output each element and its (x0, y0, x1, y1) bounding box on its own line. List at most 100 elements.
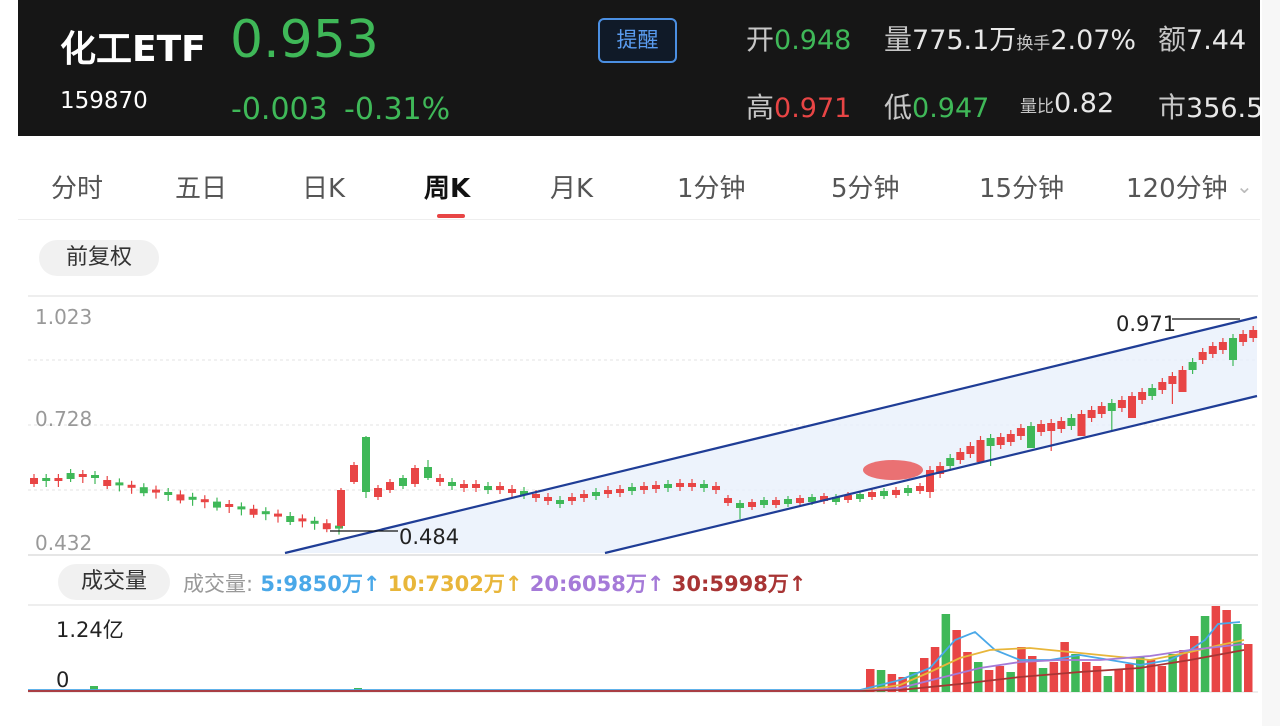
channel-upper-line (284, 315, 1258, 555)
candle-body (772, 500, 780, 505)
candle-body (748, 502, 756, 507)
volume-bar (1233, 624, 1242, 692)
candle-body (616, 489, 624, 493)
volume-indicator-button[interactable]: 成交量 (58, 564, 170, 600)
candle-body (164, 492, 173, 495)
candle-body (640, 486, 648, 490)
candle-body (335, 525, 343, 529)
candle-body (1208, 346, 1217, 354)
volume-bar (1049, 662, 1059, 692)
candle-body (91, 475, 99, 478)
candle-body (976, 440, 985, 462)
candle-body (337, 490, 345, 526)
candle-body (188, 496, 197, 500)
candle-body (724, 498, 732, 503)
candle-body (322, 523, 331, 530)
vol-ma5-value: 5:9850万↑ (260, 572, 381, 596)
candle-body (1229, 338, 1237, 360)
candle-body (460, 484, 468, 488)
candle-body (1006, 434, 1015, 442)
candle-body (736, 503, 744, 508)
candle-body (604, 490, 612, 494)
candle-body (1158, 382, 1167, 390)
vol-ma20-value: 20:6058万↑ (529, 572, 665, 596)
candle-body (176, 494, 185, 501)
volume-bar (1179, 650, 1188, 692)
candle-body (261, 511, 270, 515)
candle-body (808, 497, 816, 502)
volume-bar (1082, 662, 1091, 692)
scroll-edge (1262, 0, 1280, 726)
candle-body (298, 518, 307, 522)
candle-body (652, 485, 660, 489)
candle-body (966, 446, 975, 454)
candle-body (1057, 421, 1066, 429)
candle-body (1148, 388, 1157, 396)
candle-body (436, 478, 444, 482)
vol-legend-title: 成交量: (183, 572, 254, 596)
candle-body (796, 498, 804, 503)
candle-body (1178, 370, 1187, 392)
volume-bars (30, 606, 1253, 692)
candle-body (956, 452, 965, 460)
candle-body (103, 480, 112, 486)
volume-ma-legend: 成交量: 5:9850万↑ 10:7302万↑ 20:6058万↑ 30:599… (183, 568, 806, 598)
candle-body (1249, 330, 1258, 338)
volume-bar (1146, 660, 1156, 692)
candle-body (1138, 392, 1147, 400)
candle-body (712, 486, 720, 490)
candle-body (399, 478, 407, 486)
candle-body (628, 487, 636, 491)
candle-body (880, 491, 888, 496)
candle-body (1117, 400, 1126, 408)
candle-body (904, 488, 912, 493)
vol-ma5-line (28, 621, 1241, 691)
volume-bar (1244, 644, 1253, 692)
candle-body (139, 487, 148, 494)
candle-body (1067, 418, 1076, 426)
candle-body (66, 473, 75, 479)
candle-body (484, 486, 492, 490)
candle-body (472, 484, 480, 488)
volume-axis-bottom: 0 (56, 668, 70, 692)
candle-body (1027, 426, 1035, 448)
candle-body (676, 483, 684, 487)
candle-body (237, 506, 246, 510)
candle-body (1218, 342, 1227, 350)
candle-body (1047, 423, 1056, 431)
candle-body (700, 484, 708, 488)
candle-body (1128, 396, 1136, 418)
candle-body (54, 478, 63, 481)
candle-body (225, 504, 234, 507)
candle-body (1097, 406, 1106, 414)
candle-body (42, 478, 51, 481)
candle-body (1198, 352, 1207, 360)
volume-axis-top: 1.24亿 (56, 618, 124, 642)
candle-cluster (863, 460, 923, 480)
candle-body (892, 490, 900, 495)
candle-body (1239, 334, 1248, 342)
candle-body (448, 482, 456, 486)
high-annotation: 0.971 (1116, 312, 1177, 336)
vol-ma30-value: 30:5998万↑ (671, 572, 807, 596)
candle-body (946, 458, 955, 466)
candle-body (580, 494, 588, 498)
candle-body (1037, 424, 1046, 432)
candle-body (274, 513, 282, 517)
candle-body (996, 437, 1005, 445)
price-axis-bottom: 0.432 (35, 531, 93, 555)
candle-body (286, 516, 295, 522)
volume-bar (974, 662, 983, 692)
candle-body (362, 437, 370, 492)
volume-bar (1017, 647, 1026, 692)
candle-body (592, 492, 600, 496)
candle-body (544, 497, 552, 501)
candle-body (1077, 414, 1086, 436)
candle-body (152, 489, 160, 493)
candle-body (986, 438, 995, 446)
candle-body (127, 484, 136, 488)
volume-bar (1060, 642, 1069, 692)
volume-bar (1114, 670, 1123, 692)
volume-bar (1157, 666, 1167, 692)
candle-body (1107, 403, 1116, 411)
